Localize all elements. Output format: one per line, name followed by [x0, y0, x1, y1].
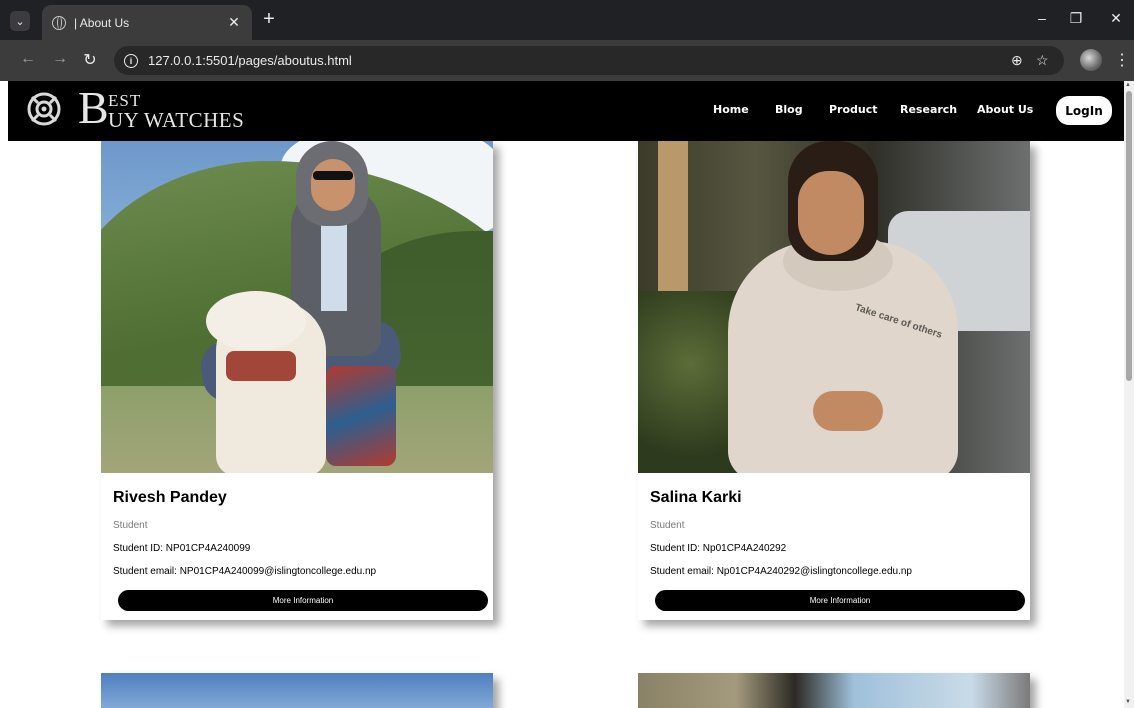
scrollbar-thumb[interactable]	[1126, 91, 1132, 381]
close-tab-icon[interactable]: ✕	[226, 14, 242, 31]
site-header: B EST UY WATCHES Home Blog Product Resea…	[8, 81, 1124, 141]
close-window-button[interactable]: ✕	[1106, 10, 1126, 27]
nav-blog[interactable]: Blog	[775, 103, 803, 116]
member-student-id: Student ID: NP01CP4A240099	[113, 543, 251, 554]
watch-logo-icon	[27, 92, 61, 126]
member-name: Rivesh Pandey	[113, 489, 227, 506]
browser-tabstrip: ⌄ | About Us ✕ + – ❐ ✕	[0, 0, 1134, 40]
nav-research[interactable]: Research	[900, 103, 957, 116]
member-role: Student	[113, 520, 148, 531]
globe-icon	[52, 15, 66, 30]
page-scrollbar[interactable]: ▲ ▼	[1124, 81, 1134, 708]
tab-search-button[interactable]: ⌄	[10, 11, 30, 31]
tab-title: | About Us	[74, 15, 130, 30]
forward-icon[interactable]: →	[50, 50, 70, 68]
menu-kebab-icon[interactable]: ⋮	[1114, 50, 1130, 70]
member-photo	[101, 141, 493, 473]
more-information-button[interactable]: More Information	[118, 590, 488, 611]
member-email: Student email: NP01CP4A240099@islingtonc…	[113, 566, 377, 577]
profile-avatar[interactable]	[1080, 49, 1102, 71]
browser-tab[interactable]: | About Us ✕	[42, 5, 252, 40]
member-card: Take care of others Salina Karki Student…	[638, 141, 1030, 620]
reload-icon[interactable]: ↻	[80, 50, 100, 70]
logo-letter-b: B	[78, 82, 109, 133]
site-info-icon[interactable]: i	[124, 53, 138, 68]
member-name: Salina Karki	[650, 489, 742, 506]
bookmark-star-icon[interactable]: ☆	[1036, 52, 1049, 69]
scroll-up-arrow-icon[interactable]: ▲	[1125, 82, 1131, 88]
back-icon[interactable]: ←	[18, 50, 38, 68]
minimize-button[interactable]: –	[1032, 10, 1052, 26]
member-role: Student	[650, 520, 685, 531]
zoom-icon[interactable]: ⊕	[1011, 52, 1023, 69]
member-photo: Take care of others	[638, 141, 1030, 473]
member-card-partial	[101, 673, 493, 708]
scroll-down-arrow-icon[interactable]: ▼	[1125, 699, 1131, 705]
new-tab-button[interactable]: +	[258, 9, 280, 29]
member-student-id: Student ID: Np01CP4A240292	[650, 543, 787, 554]
more-information-button[interactable]: More Information	[655, 590, 1025, 611]
address-bar[interactable]: i 127.0.0.1:5501/pages/aboutus.html ⊕ ☆	[114, 46, 1064, 75]
nav-home[interactable]: Home	[713, 103, 749, 116]
logo-uy-watches: UY WATCHES	[108, 108, 245, 132]
nav-product[interactable]: Product	[829, 103, 878, 116]
member-email: Student email: Np01CP4A240292@islingtonc…	[650, 566, 912, 577]
page-viewport: B EST UY WATCHES Home Blog Product Resea…	[0, 81, 1134, 708]
nav-about-us[interactable]: About Us	[977, 103, 1033, 116]
browser-toolbar: ← → ↻ i 127.0.0.1:5501/pages/aboutus.htm…	[0, 40, 1134, 81]
login-button[interactable]: LogIn	[1056, 96, 1112, 125]
member-card: Rivesh Pandey Student Student ID: NP01CP…	[101, 141, 493, 620]
member-card-partial	[638, 673, 1030, 708]
restore-button[interactable]: ❐	[1066, 10, 1086, 27]
url-text[interactable]: 127.0.0.1:5501/pages/aboutus.html	[148, 53, 352, 68]
